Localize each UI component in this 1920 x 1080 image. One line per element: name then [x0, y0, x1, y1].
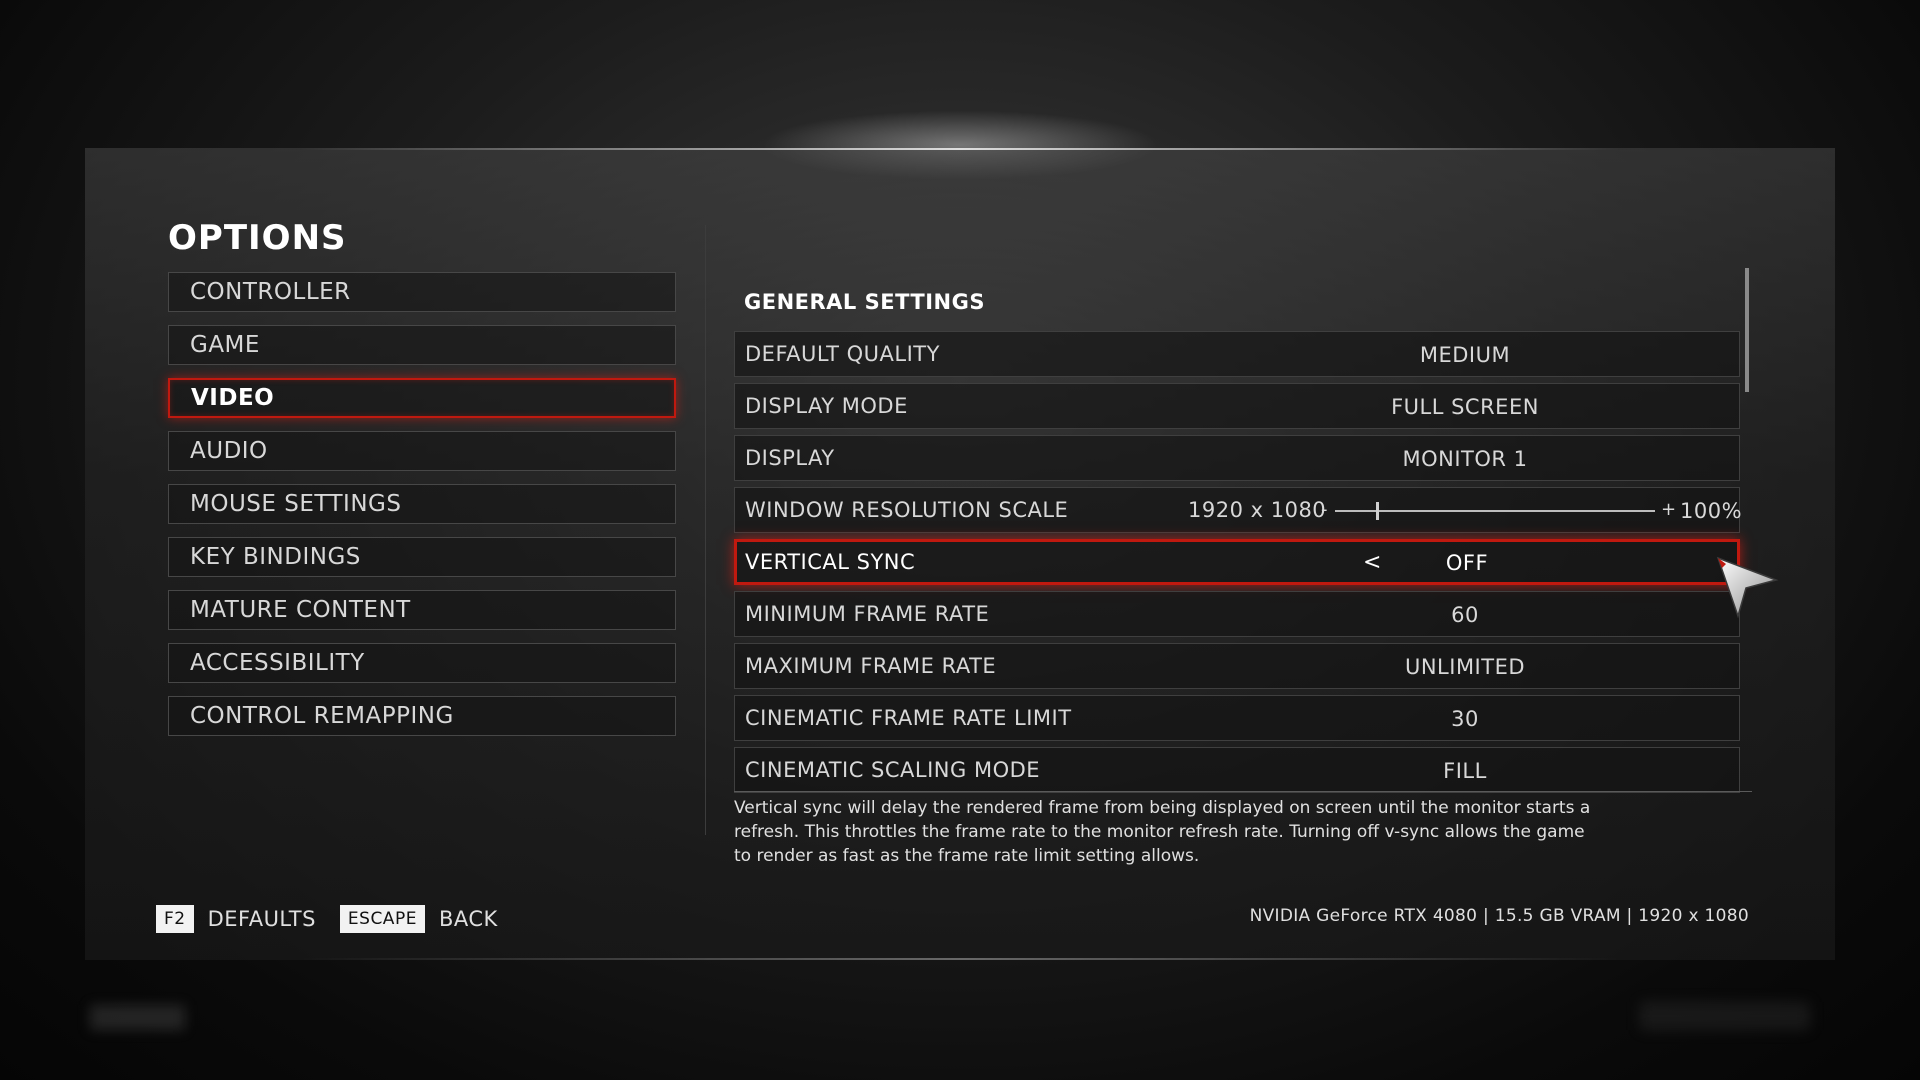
setting-display-mode[interactable]: DISPLAY MODE FULL SCREEN [734, 383, 1740, 429]
mouse-pointer-icon [1716, 556, 1779, 619]
menu-item-control-remapping[interactable]: CONTROL REMAPPING [168, 696, 676, 736]
setting-cinematic-scaling-mode[interactable]: CINEMATIC SCALING MODE FILL [734, 747, 1740, 793]
panel-divider [705, 225, 706, 835]
setting-minimum-frame-rate[interactable]: MINIMUM FRAME RATE 60 [734, 591, 1740, 637]
settings-scrollbar[interactable] [1745, 268, 1749, 392]
section-title: GENERAL SETTINGS [744, 290, 985, 314]
menu-item-controller[interactable]: CONTROLLER [168, 272, 676, 312]
setting-default-quality[interactable]: DEFAULT QUALITY MEDIUM [734, 331, 1740, 377]
bottom-divider-line [300, 958, 1620, 960]
setting-label: DISPLAY MODE [745, 394, 908, 418]
setting-value: 60 [1451, 603, 1479, 627]
setting-display[interactable]: DISPLAY MONITOR 1 [734, 435, 1740, 481]
setting-label: CINEMATIC SCALING MODE [745, 758, 1041, 782]
setting-value: MONITOR 1 [1402, 447, 1528, 471]
setting-value: OFF [1445, 551, 1489, 575]
resolution-scale-percent: 100% [1680, 499, 1743, 523]
footer-hints: F2 DEFAULTS ESCAPE BACK [156, 904, 522, 934]
settings-list: DEFAULT QUALITY MEDIUM DISPLAY MODE FULL… [734, 331, 1743, 799]
setting-cinematic-frame-rate-limit[interactable]: CINEMATIC FRAME RATE LIMIT 30 [734, 695, 1740, 741]
slider-increase-button[interactable]: + [1661, 488, 1677, 532]
setting-value: FULL SCREEN [1391, 395, 1539, 419]
setting-label: MAXIMUM FRAME RATE [745, 654, 997, 678]
resolution-slider-track[interactable] [1335, 510, 1655, 512]
blurred-bottom-right-hint [1640, 1002, 1810, 1030]
blurred-bottom-left-hint [90, 1005, 185, 1030]
resolution-slider-thumb[interactable] [1375, 502, 1379, 520]
setting-label: WINDOW RESOLUTION SCALE [745, 498, 1069, 522]
page-title: OPTIONS [168, 218, 347, 258]
setting-value: 30 [1451, 707, 1479, 731]
system-info: NVIDIA GeForce RTX 4080 | 15.5 GB VRAM |… [1249, 906, 1749, 926]
setting-label: DISPLAY [745, 446, 835, 470]
f2-key-badge[interactable]: F2 [156, 905, 194, 933]
options-menu: CONTROLLER GAME VIDEO AUDIO MOUSE SETTIN… [168, 272, 676, 749]
setting-description: Vertical sync will delay the rendered fr… [734, 798, 1591, 866]
resolution-readout: 1920 x 1080 [1188, 498, 1327, 522]
top-divider-line [300, 148, 1620, 150]
setting-label: MINIMUM FRAME RATE [745, 602, 990, 626]
defaults-button[interactable]: DEFAULTS [208, 907, 316, 931]
setting-vertical-sync[interactable]: VERTICAL SYNC < OFF [734, 539, 1740, 585]
setting-label: DEFAULT QUALITY [745, 342, 940, 366]
menu-item-mature-content[interactable]: MATURE CONTENT [168, 590, 676, 630]
menu-item-accessibility[interactable]: ACCESSIBILITY [168, 643, 676, 683]
menu-item-mouse-settings[interactable]: MOUSE SETTINGS [168, 484, 676, 524]
setting-label: CINEMATIC FRAME RATE LIMIT [745, 706, 1072, 730]
setting-maximum-frame-rate[interactable]: MAXIMUM FRAME RATE UNLIMITED [734, 643, 1740, 689]
setting-label: VERTICAL SYNC [745, 550, 916, 574]
menu-item-key-bindings[interactable]: KEY BINDINGS [168, 537, 676, 577]
setting-value: FILL [1443, 759, 1487, 783]
options-screen: OPTIONS CONTROLLER GAME VIDEO AUDIO MOUS… [0, 0, 1920, 1080]
settings-bottom-separator [734, 791, 1752, 792]
setting-value: UNLIMITED [1404, 655, 1526, 679]
escape-key-badge[interactable]: ESCAPE [339, 905, 425, 933]
back-button[interactable]: BACK [439, 907, 498, 931]
menu-item-video[interactable]: VIDEO [168, 378, 676, 418]
menu-item-audio[interactable]: AUDIO [168, 431, 676, 471]
slider-decrease-button[interactable]: - [1321, 488, 1328, 532]
menu-item-game[interactable]: GAME [168, 325, 676, 365]
setting-window-resolution-scale[interactable]: WINDOW RESOLUTION SCALE 1920 x 1080 - + … [734, 487, 1743, 533]
setting-value: MEDIUM [1419, 343, 1511, 367]
